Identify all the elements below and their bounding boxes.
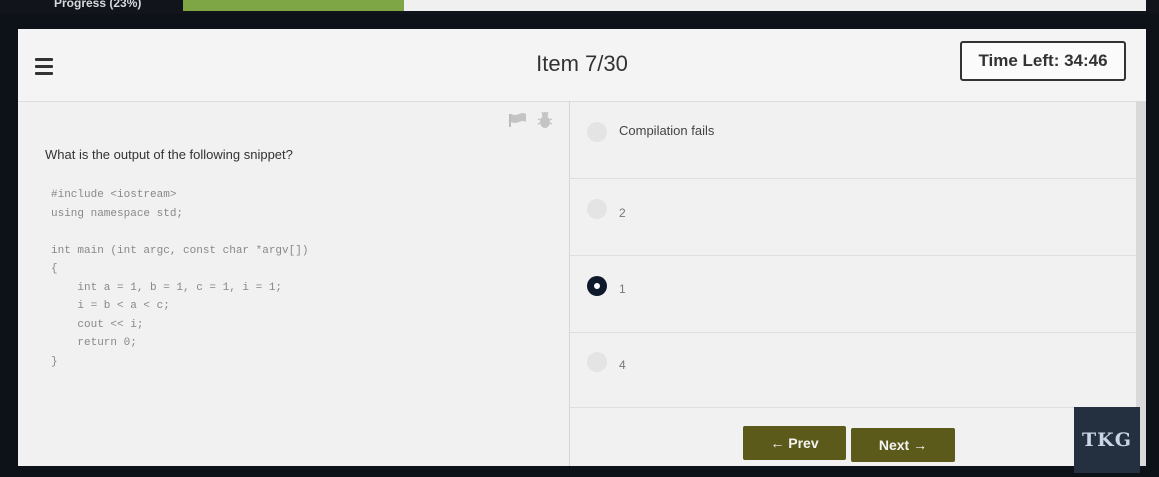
radio-button[interactable]	[587, 122, 607, 142]
code-snippet: #include <iostream> using namespace std;…	[51, 189, 309, 368]
answer-option[interactable]: 1	[570, 256, 1136, 333]
progress-label: Progress (23%)	[54, 0, 142, 10]
answer-label: 2	[619, 206, 626, 220]
answer-label: 1	[619, 282, 626, 296]
radio-button[interactable]	[587, 352, 607, 372]
next-button[interactable]: Next →	[851, 428, 955, 462]
answers-pane: Compilation fails 2 1 4	[570, 102, 1136, 466]
exam-header: Item 7/30 Time Left: 34:46	[18, 29, 1146, 102]
progress-bar-strip: Progress (23%)	[0, 0, 1159, 14]
brand-logo: TKG	[1074, 407, 1140, 473]
time-left-badge: Time Left: 34:46	[960, 41, 1126, 81]
question-pane: What is the output of the following snip…	[18, 102, 570, 466]
prev-button[interactable]: ← Prev	[743, 426, 846, 460]
bug-icon[interactable]	[537, 111, 553, 129]
radio-button[interactable]	[587, 199, 607, 219]
flag-icon[interactable]	[509, 113, 527, 127]
question-text: What is the output of the following snip…	[45, 147, 293, 162]
answer-label: Compilation fails	[619, 123, 715, 138]
progress-fill	[183, 0, 405, 11]
exam-panel: Item 7/30 Time Left: 34:46 What is the o…	[18, 29, 1146, 466]
answer-label: 4	[619, 358, 626, 372]
answer-option[interactable]: 2	[570, 179, 1136, 256]
progress-track	[183, 0, 1146, 11]
answer-option[interactable]: Compilation fails	[570, 102, 1136, 179]
logo-text: TKG	[1082, 429, 1132, 451]
answer-option[interactable]: 4	[570, 333, 1136, 408]
radio-button-selected[interactable]	[587, 276, 607, 296]
